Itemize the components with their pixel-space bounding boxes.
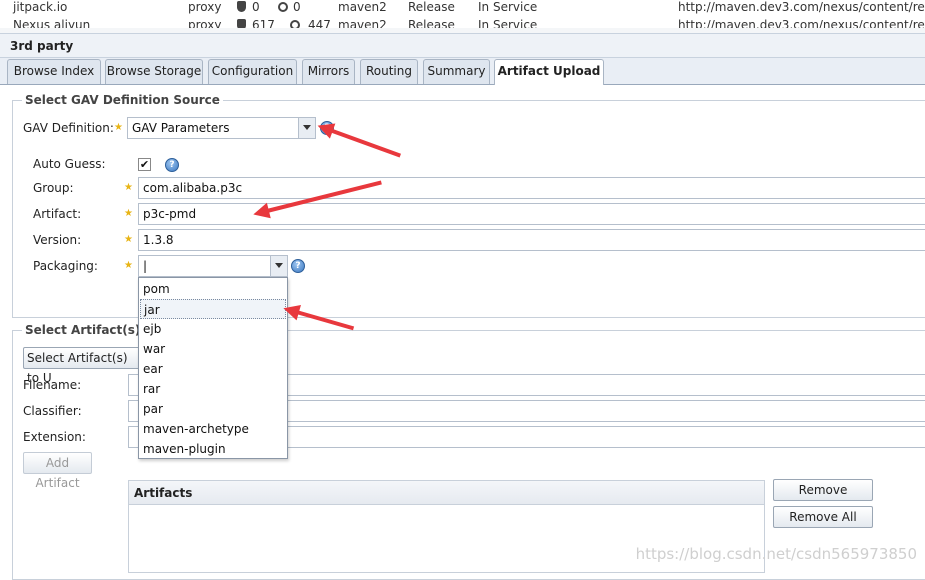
extension-label: Extension: [23, 430, 86, 444]
packaging-value: | [143, 259, 148, 273]
shield-icon [237, 19, 246, 28]
repo-policy: Release [408, 0, 455, 14]
repo-health-count: 0 [293, 0, 301, 14]
packaging-combo[interactable]: | [138, 255, 288, 277]
repo-type: proxy [188, 19, 222, 28]
group-label: Group: [33, 181, 74, 195]
packaging-option[interactable]: ear [140, 359, 286, 379]
repo-health-count: 447 [308, 19, 331, 28]
artifact-label: Artifact: [33, 207, 82, 221]
packaging-option[interactable]: maven-plugin [140, 439, 286, 459]
add-artifact-button[interactable]: Add Artifact [23, 452, 92, 490]
watermark: https://blog.csdn.net/csdn565973850 [635, 545, 917, 563]
packaging-option[interactable]: war [140, 339, 286, 359]
repo-format: maven2 [338, 0, 387, 14]
chevron-down-icon[interactable] [270, 256, 287, 276]
help-icon[interactable]: ? [291, 259, 305, 273]
repo-health-count: 617 [252, 19, 275, 28]
repo-name: Nexus aliyun [13, 19, 91, 28]
tab-mirrors[interactable]: Mirrors [302, 59, 355, 84]
version-label: Version: [33, 233, 82, 247]
packaging-option[interactable]: rar [140, 379, 286, 399]
required-star-icon: ★ [124, 260, 133, 271]
auto-guess-label: Auto Guess: [33, 157, 106, 171]
classifier-label: Classifier: [23, 404, 82, 418]
repo-name: jitpack.io [13, 0, 68, 14]
chevron-down-icon[interactable] [298, 118, 315, 138]
packaging-option-highlighted[interactable]: jar [140, 299, 286, 319]
repo-health-count: 0 [252, 0, 260, 14]
repo-policy: Release [408, 19, 455, 28]
repo-row-nexus-aliyun[interactable]: Nexus aliyun proxy 617 447 maven2 Releas… [0, 19, 925, 28]
tab-configuration[interactable]: Configuration [208, 59, 297, 84]
required-star-icon: ★ [124, 208, 133, 219]
gav-definition-label: GAV Definition: [23, 121, 114, 135]
required-star-icon: ★ [124, 234, 133, 245]
medal-icon [278, 0, 288, 14]
help-icon[interactable]: ? [165, 158, 179, 172]
artifacts-grid-header: Artifacts [129, 481, 764, 505]
select-artifacts-button[interactable]: Select Artifact(s) to U [23, 347, 143, 385]
tab-browse-index[interactable]: Browse Index [7, 59, 101, 84]
repo-status: In Service [478, 19, 538, 28]
packaging-dropdown-list[interactable]: pom jar ejb war ear rar par maven-archet… [138, 277, 288, 459]
packaging-option[interactable]: maven-archetype [140, 419, 286, 439]
version-input[interactable]: 1.3.8 [138, 229, 925, 251]
repo-format: maven2 [338, 19, 387, 28]
medal-icon [290, 19, 300, 28]
gav-definition-select[interactable]: GAV Parameters [127, 117, 316, 139]
tab-artifact-upload[interactable]: Artifact Upload [494, 59, 604, 86]
filename-label: Filename: [23, 378, 82, 392]
shield-icon [237, 0, 246, 14]
remove-button[interactable]: Remove [773, 479, 873, 501]
repo-type: proxy [188, 0, 222, 14]
required-star-icon: ★ [114, 122, 123, 133]
remove-all-button[interactable]: Remove All [773, 506, 873, 528]
repo-url[interactable]: http://maven.dev3.com/nexus/content/repo… [678, 19, 925, 28]
repo-status: In Service [478, 0, 538, 14]
packaging-option[interactable]: par [140, 399, 286, 419]
group-input[interactable]: com.alibaba.p3c [138, 177, 925, 199]
gav-definition-value: GAV Parameters [132, 121, 230, 135]
tab-summary[interactable]: Summary [423, 59, 490, 84]
gav-legend: Select GAV Definition Source [22, 93, 223, 107]
packaging-label: Packaging: [33, 259, 98, 273]
required-star-icon: ★ [124, 182, 133, 193]
repo-url[interactable]: http://maven.dev3.com/nexus/content/repo… [678, 0, 925, 14]
repo-row-jitpack[interactable]: jitpack.io proxy 0 0 maven2 Release In S… [0, 0, 925, 18]
tab-browse-storage[interactable]: Browse Storage [105, 59, 203, 84]
panel-title: 3rd party [0, 33, 925, 58]
tab-routing[interactable]: Routing [360, 59, 418, 84]
packaging-option[interactable]: pom [140, 279, 286, 299]
tab-bar: Browse Index Browse Storage Configuratio… [0, 58, 925, 86]
packaging-option[interactable]: ejb [140, 319, 286, 339]
auto-guess-checkbox[interactable]: ✔ [138, 158, 151, 171]
